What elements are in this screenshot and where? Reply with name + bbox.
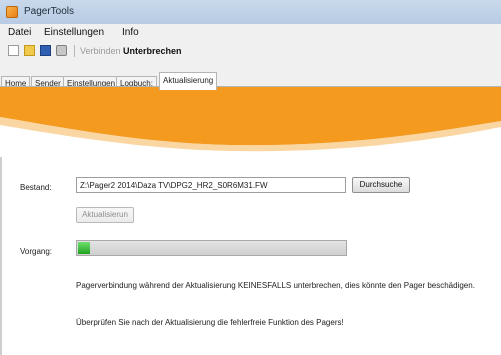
- file-path-input[interactable]: [76, 177, 346, 193]
- title-bar: PagerTools: [0, 0, 501, 25]
- window-title: PagerTools: [24, 6, 75, 17]
- menu-einstellungen[interactable]: Einstellungen: [44, 27, 104, 38]
- update-progress-bar: [76, 240, 347, 256]
- header-banner: [0, 87, 501, 157]
- vorgang-label: Vorgang:: [20, 247, 53, 256]
- toolbar-separator: [74, 45, 75, 57]
- open-folder-icon[interactable]: [24, 45, 35, 56]
- tab-strip: Home Sender Einstellungen Logbuch: Aktua…: [0, 60, 501, 90]
- menu-datei[interactable]: Datei: [8, 27, 31, 38]
- update-panel: Bestand: Durchsuche Aktualisierun Vorgan…: [0, 86, 501, 355]
- progress-fill: [78, 242, 91, 254]
- menu-bar: Datei Einstellungen Info: [0, 24, 501, 42]
- print-icon[interactable]: [56, 45, 67, 56]
- check-message: Überprüfen Sie nach der Aktualisierung d…: [76, 318, 344, 327]
- save-icon[interactable]: [40, 45, 51, 56]
- interrupt-button[interactable]: Unterbrechen: [123, 46, 182, 56]
- bestand-label: Bestand:: [20, 183, 52, 192]
- tab-aktualisierung[interactable]: Aktualisierung: [159, 72, 218, 90]
- new-file-icon[interactable]: [8, 45, 19, 56]
- warning-message: Pagerverbindung während der Aktualisieru…: [76, 281, 475, 290]
- app-icon: [6, 6, 18, 18]
- browse-button[interactable]: Durchsuche: [352, 177, 410, 193]
- menu-info[interactable]: Info: [122, 27, 139, 38]
- connect-button[interactable]: Verbinden: [80, 46, 121, 56]
- update-button[interactable]: Aktualisierun: [76, 207, 134, 223]
- toolbar: Verbinden Unterbrechen: [0, 42, 501, 61]
